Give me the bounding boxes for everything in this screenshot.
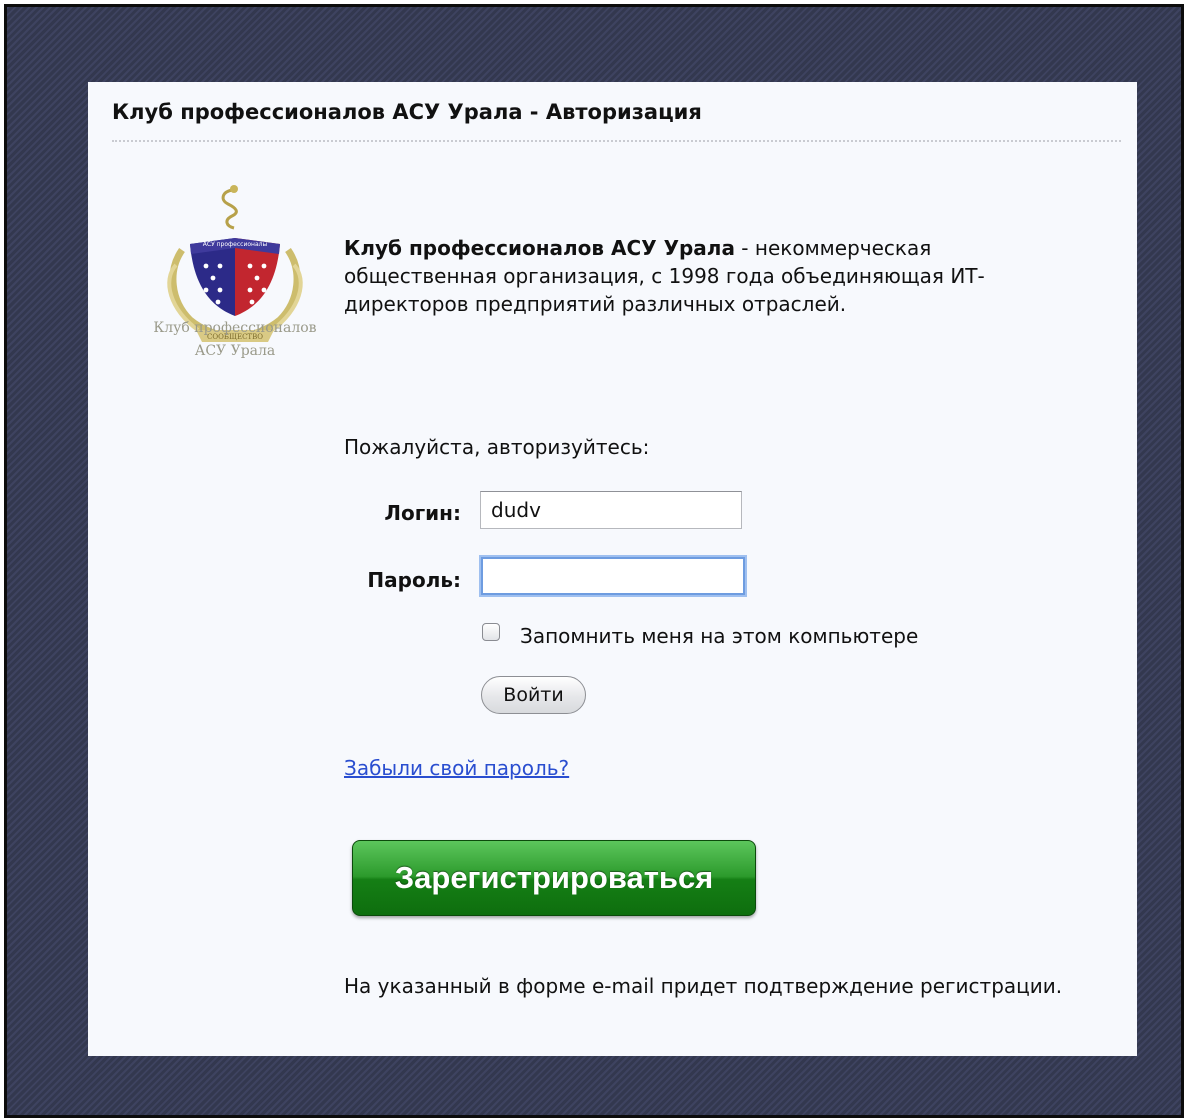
svg-text:АСУ профессионалы: АСУ профессионалы	[203, 241, 268, 248]
password-input[interactable]	[481, 557, 745, 595]
login-label: Логин:	[384, 501, 461, 525]
login-button[interactable]: Войти	[481, 676, 586, 714]
logo-caption-line2: АСУ Урала	[194, 343, 276, 359]
club-logo: СООБЩЕСТВО АСУ профессионалы Клуб профес…	[110, 180, 360, 370]
register-button[interactable]: Зарегистрироваться	[352, 840, 756, 916]
remember-me-checkbox[interactable]	[482, 623, 500, 641]
club-description: Клуб профессионалов АСУ Урала - некоммер…	[344, 234, 1084, 318]
login-prompt: Пожалуйста, авторизуйтесь:	[344, 435, 650, 459]
remember-me-label[interactable]: Запомнить меня на этом компьютере	[520, 624, 918, 648]
club-name: Клуб профессионалов АСУ Урала	[344, 236, 735, 260]
logo-caption-line1: Клуб профессионалов	[153, 320, 317, 336]
page-title: Клуб профессионалов АСУ Урала - Авториза…	[112, 100, 702, 124]
login-input[interactable]	[480, 491, 742, 529]
coat-of-arms-icon: СООБЩЕСТВО АСУ профессионалы	[167, 185, 303, 342]
title-divider	[112, 140, 1121, 142]
page-background: Клуб профессионалов АСУ Урала - Авториза…	[4, 4, 1184, 1118]
registration-note: На указанный в форме e-mail придет подтв…	[344, 974, 1063, 998]
forgot-password-link[interactable]: Забыли свой пароль?	[344, 756, 569, 780]
password-label: Пароль:	[367, 568, 461, 592]
auth-panel: Клуб профессионалов АСУ Урала - Авториза…	[88, 82, 1137, 1056]
